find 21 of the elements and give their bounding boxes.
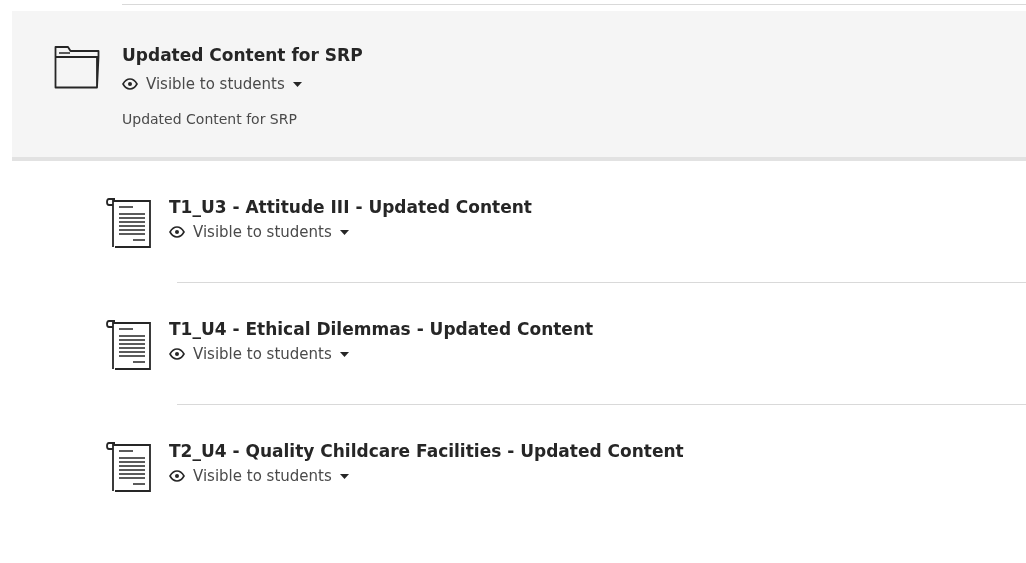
caret-icon bbox=[292, 81, 302, 87]
item-title[interactable]: T1_U3 - Attitude III - Updated Content bbox=[169, 197, 532, 217]
eye-icon bbox=[169, 348, 185, 360]
document-icon bbox=[105, 197, 151, 249]
eye-icon bbox=[169, 226, 185, 238]
document-icon bbox=[105, 319, 151, 371]
visibility-dropdown[interactable]: Visible to students bbox=[169, 467, 349, 485]
document-icon bbox=[105, 441, 151, 493]
eye-icon bbox=[169, 470, 185, 482]
item-title[interactable]: T2_U4 - Quality Childcare Facilities - Updated Content bbox=[169, 441, 684, 461]
caret-icon bbox=[339, 229, 349, 235]
visibility-dropdown[interactable]: Visible to students bbox=[169, 345, 349, 363]
visibility-dropdown[interactable]: Visible to students bbox=[169, 223, 349, 241]
folder-description: Updated Content for SRP bbox=[122, 111, 298, 127]
caret-icon bbox=[339, 473, 349, 479]
folder-title[interactable]: Updated Content for SRP bbox=[122, 45, 363, 65]
visibility-dropdown[interactable]: Visible to students bbox=[122, 75, 302, 93]
eye-icon bbox=[122, 78, 138, 90]
caret-icon bbox=[339, 351, 349, 357]
folder-icon bbox=[54, 45, 100, 89]
item-title[interactable]: T1_U4 - Ethical Dilemmas - Updated Content bbox=[169, 319, 594, 339]
